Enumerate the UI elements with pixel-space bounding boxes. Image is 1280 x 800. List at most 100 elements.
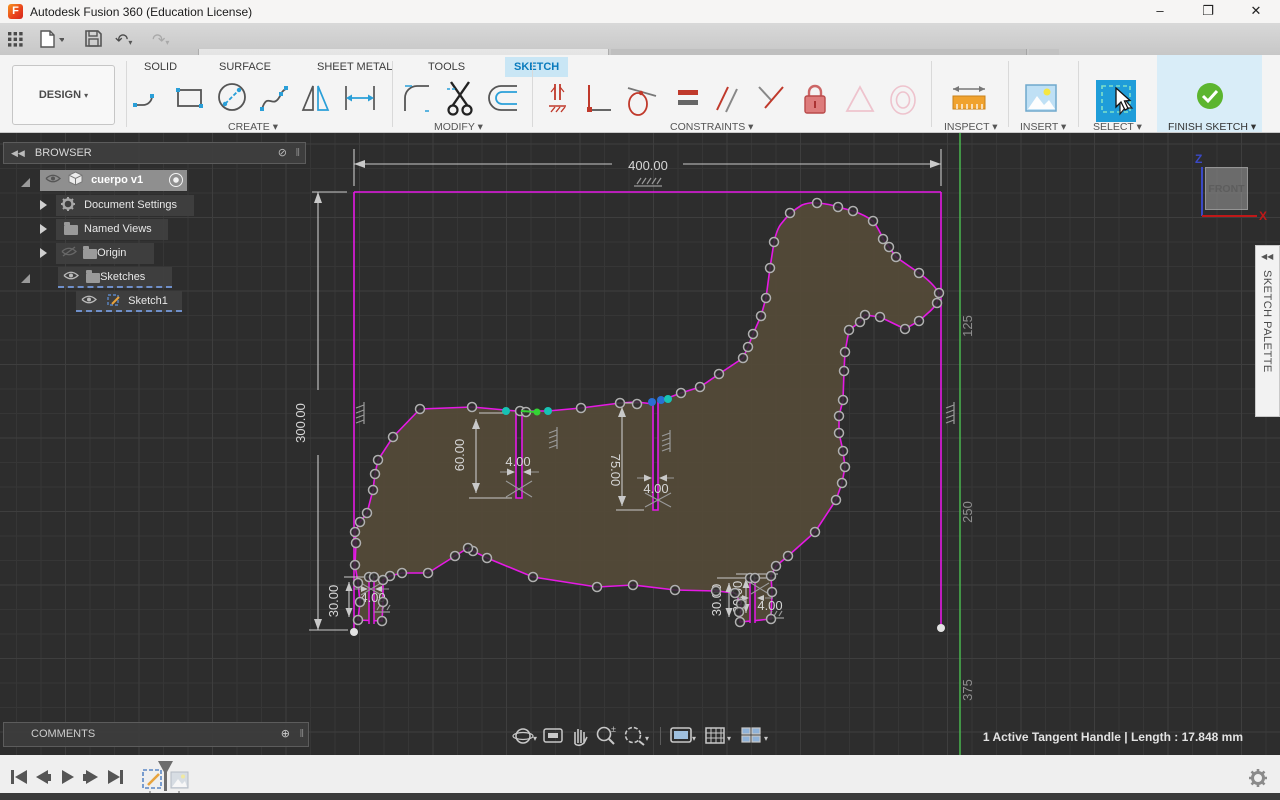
circle-tool-icon[interactable] xyxy=(215,80,251,121)
eye-hidden-icon[interactable] xyxy=(61,246,77,257)
pan-icon[interactable] xyxy=(568,724,590,748)
rectangle-tool-icon[interactable] xyxy=(173,82,207,119)
constraint-equal-icon[interactable] xyxy=(674,82,702,119)
constraint-concentric-icon[interactable] xyxy=(886,82,920,123)
browser-row-sketches[interactable]: Sketches xyxy=(58,267,172,288)
constraint-midpoint-icon[interactable] xyxy=(843,82,877,121)
redo-icon[interactable]: ↷▾ xyxy=(152,30,169,50)
timeline-items[interactable] xyxy=(141,758,193,798)
modify-group-label[interactable]: MODIFY ▾ xyxy=(434,121,483,133)
minimize-button[interactable]: – xyxy=(1140,0,1180,24)
browser-root-label[interactable]: cuerpo v1 xyxy=(91,174,143,186)
finish-sketch-panel[interactable]: FINISH SKETCH ▾ xyxy=(1157,55,1262,132)
constraint-horizontal-vertical-icon[interactable] xyxy=(583,82,613,121)
app-grid-icon[interactable] xyxy=(8,32,23,52)
look-at-icon[interactable] xyxy=(542,724,564,748)
sketch-endpoint[interactable] xyxy=(350,628,358,636)
panel-minus-icon[interactable]: ⊘ xyxy=(278,143,287,163)
browser-row-label[interactable]: Sketch1 xyxy=(128,295,168,307)
dim-slot1-width-label[interactable]: 4.00 xyxy=(505,454,530,469)
sketch-palette-tab[interactable]: ◀◀ SKETCH PALETTE xyxy=(1255,245,1280,417)
panel-grip-icon[interactable]: ‖ xyxy=(295,143,300,163)
svg-text:▾: ▾ xyxy=(533,734,537,743)
browser-row-origin[interactable]: Origin xyxy=(56,243,154,264)
display-settings-icon[interactable]: ▾ xyxy=(669,724,699,748)
dog-profile-spline[interactable] xyxy=(355,203,939,622)
tab-tools[interactable]: TOOLS xyxy=(428,57,465,77)
dim-slot2-width-label[interactable]: 4.00 xyxy=(643,481,668,496)
file-menu-icon[interactable] xyxy=(40,30,64,53)
expand-triangle-icon[interactable] xyxy=(21,178,30,187)
eye-icon[interactable] xyxy=(81,294,97,305)
browser-row-label[interactable]: Origin xyxy=(97,247,126,259)
tab-sketch[interactable]: SKETCH xyxy=(505,57,568,77)
expand-triangle-icon[interactable] xyxy=(21,274,30,283)
viewports-icon[interactable]: ▾ xyxy=(739,724,773,748)
grid-snap-icon[interactable]: ▾ xyxy=(703,724,735,748)
expand-panel-icon[interactable]: ◀◀ xyxy=(1261,252,1273,261)
browser-row-label[interactable]: Document Settings xyxy=(84,199,177,211)
timeline-sketch-item[interactable] xyxy=(143,770,161,788)
create-group-label[interactable]: CREATE ▾ xyxy=(228,121,278,133)
inspect-group-label[interactable]: INSPECT ▾ xyxy=(944,121,998,133)
dim-slot2-depth-label[interactable]: 75.00 xyxy=(608,454,623,487)
spline-tool-icon[interactable] xyxy=(258,82,292,123)
activate-component-radio[interactable] xyxy=(169,173,183,187)
mirror-tool-icon[interactable] xyxy=(300,82,332,121)
expand-arrow-icon[interactable] xyxy=(40,200,47,210)
expand-arrow-icon[interactable] xyxy=(40,224,47,234)
close-button[interactable]: ✕ xyxy=(1236,0,1276,24)
eye-icon[interactable] xyxy=(63,270,79,281)
expand-arrow-icon[interactable] xyxy=(40,248,47,258)
browser-row-sketch1[interactable]: Sketch1 xyxy=(76,291,182,312)
trim-tool-icon[interactable] xyxy=(443,79,479,122)
undo-icon[interactable]: ↶▾ xyxy=(115,30,132,50)
settings-gear-icon[interactable] xyxy=(1249,769,1269,789)
dim-leg-left-depth-label[interactable]: 30.00 xyxy=(326,585,341,618)
insert-image-icon[interactable] xyxy=(1024,82,1058,119)
collapse-panel-icon[interactable]: ◀◀ xyxy=(11,148,25,158)
sketch-endpoint[interactable] xyxy=(937,624,945,632)
zoom-window-icon[interactable]: ▾ xyxy=(622,724,652,748)
view-cube[interactable]: Z FRONT X xyxy=(1195,143,1275,223)
timeline-playback-controls[interactable] xyxy=(10,768,130,788)
measure-tool-icon[interactable] xyxy=(950,84,988,121)
browser-row-document-settings[interactable]: Document Settings xyxy=(56,195,194,216)
view-cube-front-face[interactable]: FRONT xyxy=(1205,167,1248,210)
tab-solid[interactable]: SOLID xyxy=(144,57,177,77)
zoom-icon[interactable]: ± xyxy=(594,724,618,748)
eye-icon[interactable] xyxy=(45,173,61,184)
orbit-icon[interactable]: ▾ xyxy=(512,724,538,748)
x-axis-label: X xyxy=(1259,209,1267,223)
dim-slot1-depth-label[interactable]: 60.00 xyxy=(452,439,467,472)
dim-height-label[interactable]: 300.00 xyxy=(293,403,308,443)
add-comment-icon[interactable]: ⊕ xyxy=(281,723,290,746)
sketch-dimension-tool-icon[interactable] xyxy=(342,82,378,119)
comments-bar[interactable]: COMMENTS ⊕ ‖ xyxy=(3,722,309,747)
arc-tool-icon[interactable] xyxy=(131,82,163,119)
dim-leg-right-width-label[interactable]: 4.00 xyxy=(757,598,782,613)
workspace-selector[interactable]: DESIGN ▾ xyxy=(12,65,115,125)
select-group-label[interactable]: SELECT ▾ xyxy=(1093,121,1142,133)
constraint-tangent-icon[interactable] xyxy=(624,82,658,123)
tab-sheet-metal[interactable]: SHEET METAL xyxy=(317,57,392,77)
browser-row-named-views[interactable]: Named Views xyxy=(56,219,168,240)
restore-button[interactable]: ❐ xyxy=(1188,0,1228,24)
browser-row-label[interactable]: Named Views xyxy=(84,223,152,235)
model-canvas[interactable]: 125 250 375 xyxy=(0,133,1280,755)
fillet-tool-icon[interactable] xyxy=(400,82,434,121)
constraint-perpendicular-icon[interactable] xyxy=(755,82,787,121)
constraint-vertical-icon[interactable] xyxy=(545,82,571,121)
dim-width-label[interactable]: 400.00 xyxy=(628,158,668,173)
browser-row-root[interactable]: cuerpo v1 xyxy=(40,170,187,191)
save-icon[interactable] xyxy=(85,30,102,52)
offset-tool-icon[interactable] xyxy=(487,82,521,119)
panel-grip-icon[interactable]: ‖ xyxy=(299,723,304,746)
browser-row-label[interactable]: Sketches xyxy=(100,271,145,283)
constraint-parallel-icon[interactable] xyxy=(711,82,743,121)
constraints-group-label[interactable]: CONSTRAINTS ▾ xyxy=(670,121,753,133)
constraint-fix-icon[interactable] xyxy=(800,82,830,123)
browser-panel-header[interactable]: ◀◀ BROWSER ⊘ ‖ xyxy=(3,142,306,164)
tab-surface[interactable]: SURFACE xyxy=(219,57,271,77)
insert-group-label[interactable]: INSERT ▾ xyxy=(1020,121,1066,133)
